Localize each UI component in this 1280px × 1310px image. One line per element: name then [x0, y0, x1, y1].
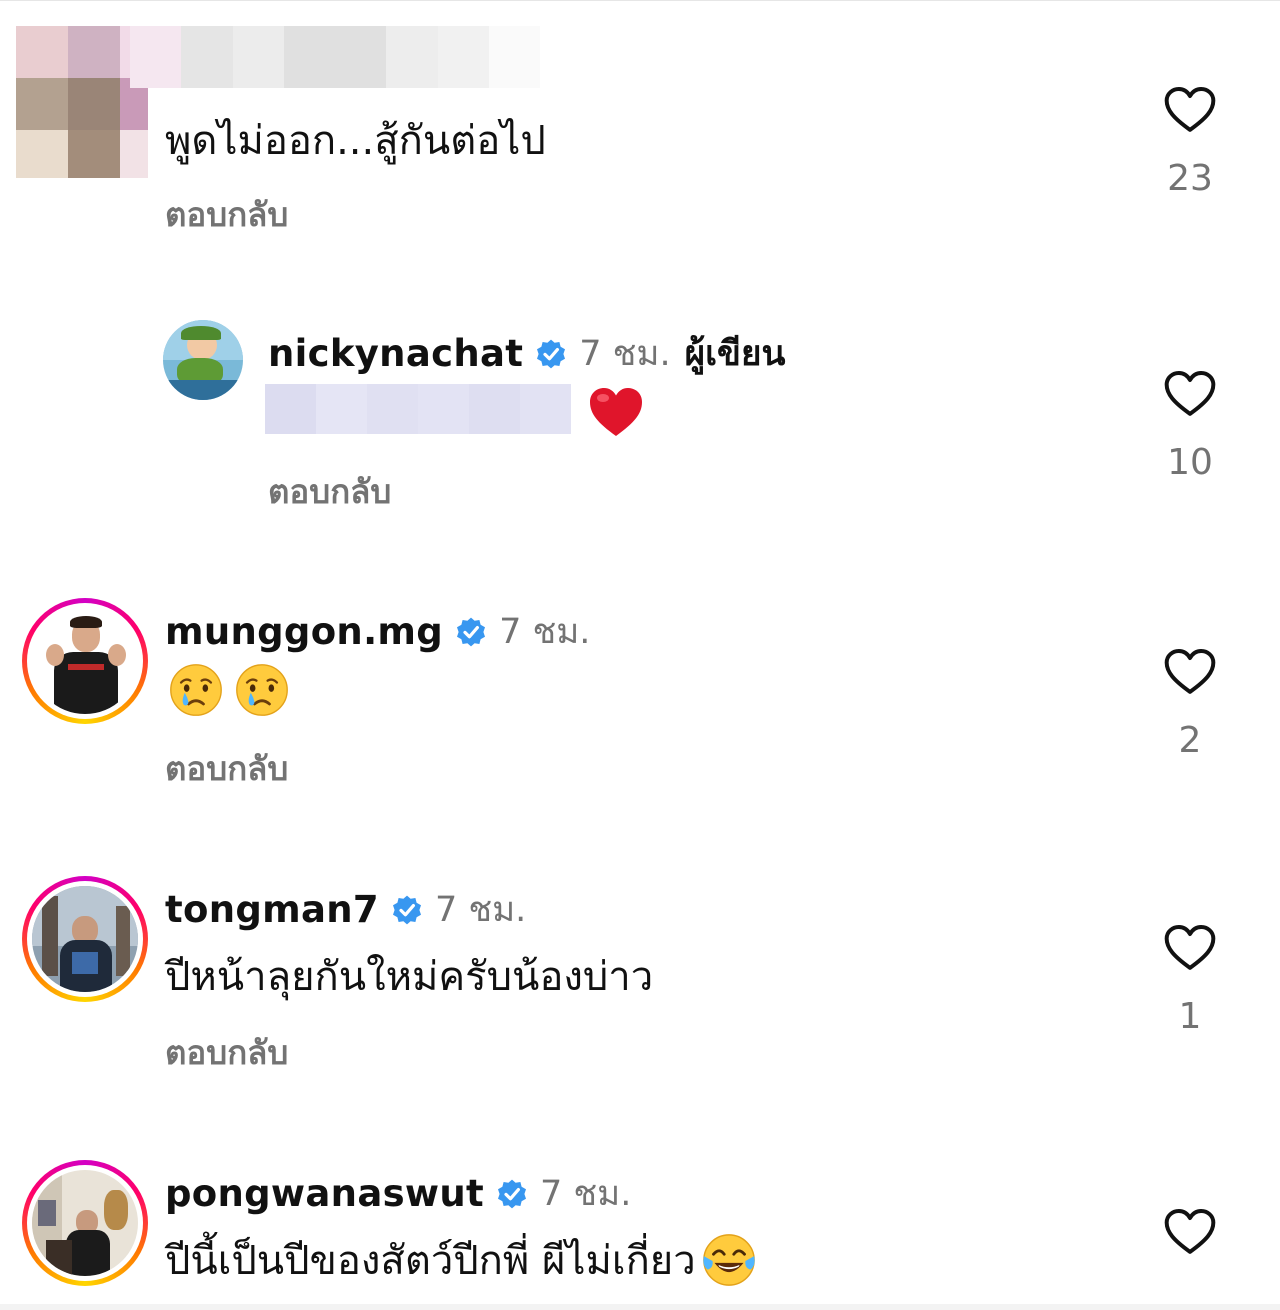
censored-text [265, 384, 571, 434]
heart-outline-icon[interactable] [1162, 920, 1218, 976]
heart-outline-icon[interactable] [1162, 1204, 1218, 1260]
red-heart-emoji [590, 388, 642, 436]
comment-emojis [168, 662, 290, 718]
like-group: 10 [1160, 366, 1220, 483]
crying-face-emoji [168, 662, 224, 718]
like-count: 1 [1178, 996, 1202, 1037]
reply-button[interactable]: ตอบกลับ [165, 1026, 288, 1079]
censored-username [130, 26, 540, 88]
heart-outline-icon[interactable] [1162, 366, 1218, 422]
avatar[interactable] [163, 320, 243, 400]
author-badge: ผู้เขียน [684, 334, 786, 374]
comment-text: พูดไม่ออก...สู้กันต่อไป [165, 118, 546, 164]
timestamp: 7 ชม. [434, 890, 527, 930]
verified-badge-icon [535, 338, 567, 370]
verified-badge-icon [391, 894, 423, 926]
face-with-tears-of-joy-emoji [700, 1231, 758, 1289]
avatar[interactable] [22, 876, 148, 1002]
comment-header: munggon.mg 7 ชม. [165, 604, 590, 659]
top-divider [0, 0, 1280, 1]
heart-outline-icon[interactable] [1162, 644, 1218, 700]
reply-button[interactable]: ตอบกลับ [165, 188, 288, 241]
timestamp: 7 ชม. [579, 334, 671, 374]
like-group: 1 [1160, 920, 1220, 1037]
verified-badge-icon [496, 1178, 528, 1210]
comment-header: tongman7 7 ชม. [165, 882, 526, 937]
username[interactable]: nickynachat [268, 332, 523, 375]
like-group: 23 [1160, 82, 1220, 199]
like-count: 23 [1167, 158, 1213, 199]
timestamp: 7 ชม. [540, 1174, 632, 1214]
comment-header: nickynachat 7 ชม. ผู้เขียน [268, 326, 785, 381]
comment-header: pongwanaswut 7 ชม. [165, 1166, 631, 1221]
comment-text-row: ปีนี้เป็นปีของสัตว์ปีกพี่ ผีไม่เกี่ยว [165, 1228, 758, 1292]
reply-button[interactable]: ตอบกลับ [268, 465, 391, 518]
comment-text: ปีนี้เป็นปีของสัตว์ปีกพี่ ผีไม่เกี่ยว [165, 1238, 696, 1284]
like-count: 10 [1167, 442, 1213, 483]
username[interactable]: pongwanaswut [165, 1172, 484, 1215]
censored-avatar [16, 26, 148, 178]
like-group: 2 [1160, 644, 1220, 761]
comments-page: พูดไม่ออก...สู้กันต่อไป ตอบกลับ 23 nicky… [0, 0, 1280, 1310]
avatar[interactable] [22, 598, 148, 724]
like-group [1160, 1204, 1220, 1260]
username[interactable]: munggon.mg [165, 610, 443, 653]
timestamp: 7 ชม. [499, 612, 591, 652]
username[interactable]: tongman7 [165, 888, 379, 931]
crying-face-emoji [234, 662, 290, 718]
comment-text: ปีหน้าลุยกันใหม่ครับน้องบ่าว [165, 954, 654, 1000]
heart-outline-icon[interactable] [1162, 82, 1218, 138]
avatar[interactable] [22, 1160, 148, 1286]
like-count: 2 [1178, 720, 1202, 761]
verified-badge-icon [455, 616, 487, 648]
reply-button[interactable]: ตอบกลับ [165, 742, 288, 795]
bottom-edge [0, 1304, 1280, 1310]
